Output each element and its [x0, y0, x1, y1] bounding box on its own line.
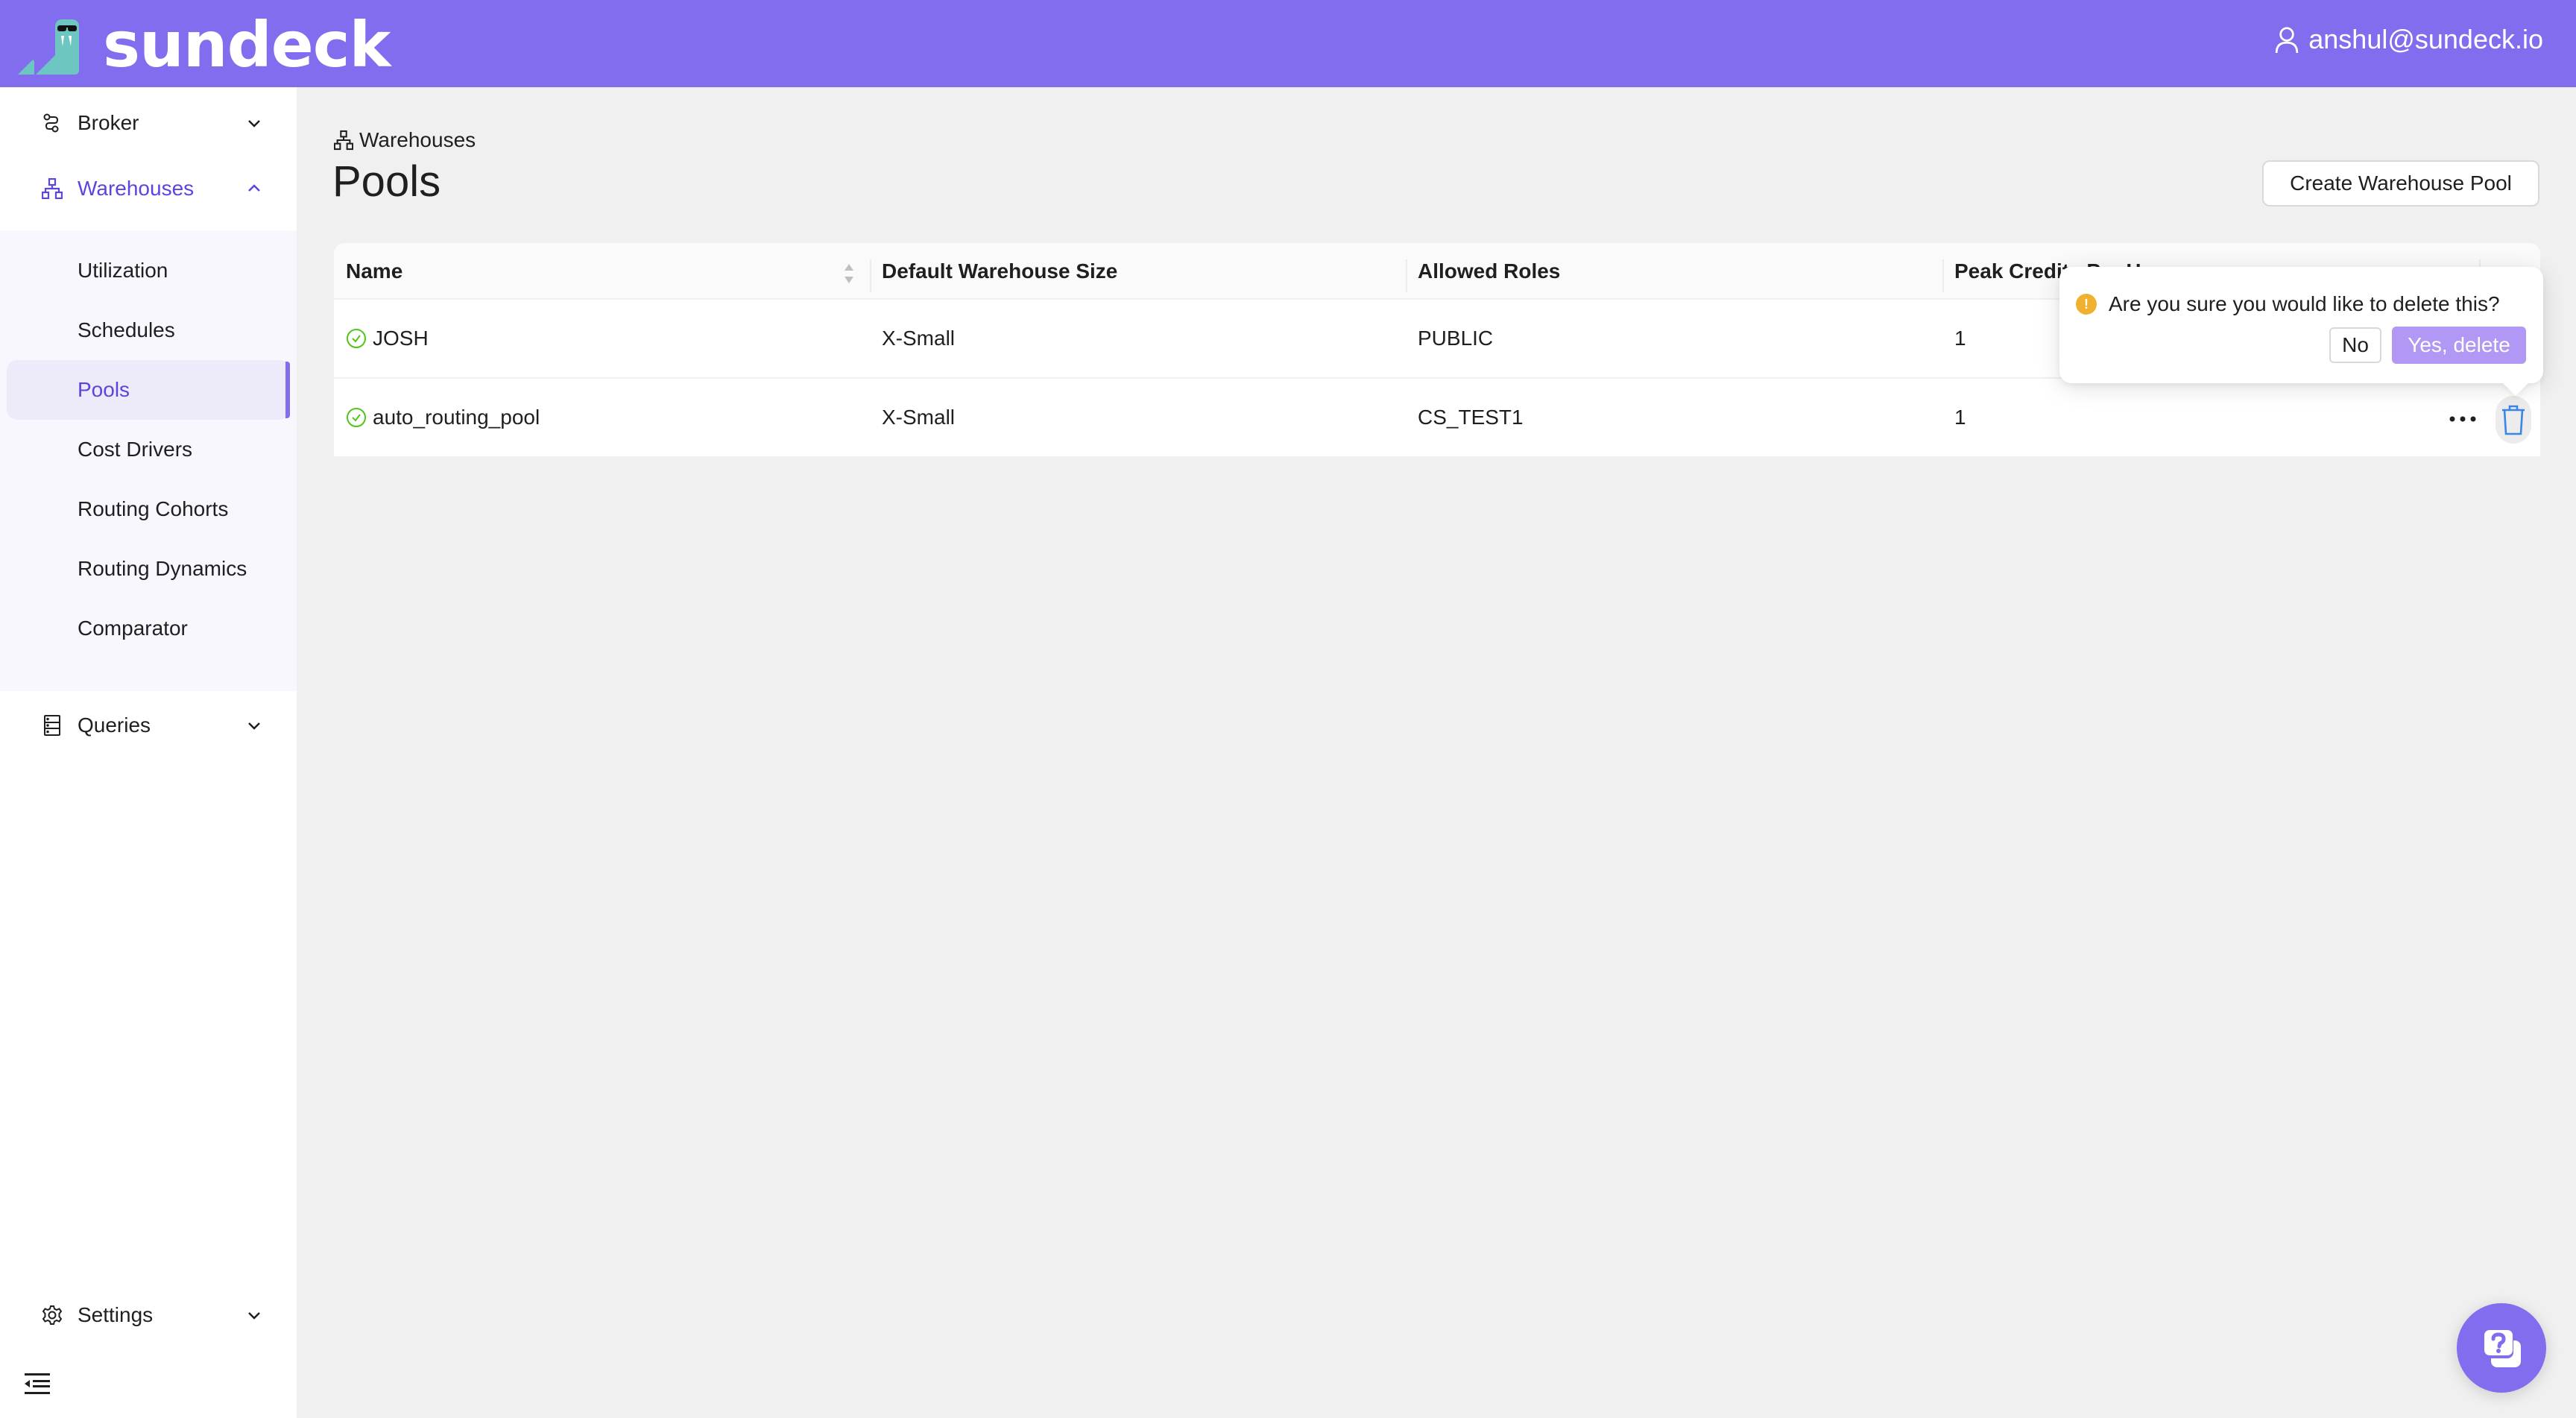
- pool-name: auto_routing_pool: [373, 406, 540, 429]
- column-header-name[interactable]: Name: [334, 243, 870, 300]
- chevron-down-icon: [248, 722, 260, 730]
- column-header-size: Default Warehouse Size: [870, 243, 1406, 300]
- confirm-delete-button[interactable]: Yes, delete: [2392, 327, 2526, 364]
- page-title: Pools: [332, 157, 441, 206]
- help-chat-icon: [2482, 1329, 2521, 1367]
- cell-name: auto_routing_pool: [334, 379, 540, 456]
- submenu-item-pools[interactable]: Pools: [7, 360, 290, 420]
- broker-route-icon: [43, 113, 59, 133]
- menu-fold-icon[interactable]: [24, 1372, 51, 1396]
- submenu-item-utilization[interactable]: Utilization: [0, 241, 297, 300]
- submenu-item-label: Routing Cohorts: [78, 497, 229, 520]
- pool-name: JOSH: [373, 327, 429, 350]
- status-check-icon: [347, 408, 366, 427]
- column-header-label: Allowed Roles: [1418, 259, 1561, 283]
- trash-icon: [2502, 405, 2525, 435]
- sundeck-logo[interactable]: sundeck: [16, 8, 391, 81]
- more-actions-button[interactable]: [2446, 403, 2479, 435]
- ellipsis-icon: [2449, 416, 2476, 422]
- brand-name: sundeck: [103, 8, 391, 81]
- status-check-icon: [347, 329, 366, 348]
- sitemap-icon: [42, 178, 63, 199]
- submenu-item-cost-drivers[interactable]: Cost Drivers: [0, 420, 297, 479]
- sidebar-item-label: Queries: [78, 713, 151, 737]
- sidebar-item-warehouses[interactable]: Warehouses: [0, 156, 297, 221]
- cell-size: X-Small: [882, 327, 956, 350]
- sidebar-item-queries[interactable]: Queries: [0, 693, 297, 758]
- cell-peak-credits: 1: [1954, 406, 1966, 429]
- sort-icon[interactable]: [841, 261, 857, 286]
- sidebar-item-label: Broker: [78, 111, 139, 134]
- warehouses-submenu: Utilization Schedules Pools Cost Drivers…: [0, 230, 297, 691]
- delete-button[interactable]: [2496, 396, 2531, 444]
- user-menu[interactable]: anshul@sundeck.io: [2274, 21, 2543, 58]
- submenu-item-routing-dynamics[interactable]: Routing Dynamics: [0, 539, 297, 599]
- submenu-item-label: Cost Drivers: [78, 438, 193, 461]
- chevron-up-icon: [248, 184, 260, 192]
- cell-peak-credits: 1: [1954, 327, 1966, 350]
- sidebar-item-label: Warehouses: [78, 177, 195, 200]
- help-chat-button[interactable]: [2457, 1303, 2546, 1393]
- database-icon: [44, 715, 60, 736]
- user-icon: [2276, 27, 2299, 53]
- sidebar-item-settings[interactable]: Settings: [0, 1282, 297, 1348]
- sidebar-item-broker[interactable]: Broker: [0, 90, 297, 156]
- create-warehouse-pool-button[interactable]: Create Warehouse Pool: [2262, 160, 2539, 207]
- submenu-item-label: Utilization: [78, 259, 168, 282]
- breadcrumb[interactable]: Warehouses: [334, 127, 476, 154]
- breadcrumb-label: Warehouses: [359, 128, 476, 151]
- confirm-message: ! Are you sure you would like to delete …: [2076, 288, 2500, 321]
- walrus-logo-icon: [18, 19, 79, 75]
- chevron-down-icon: [248, 1312, 260, 1320]
- submenu-item-schedules[interactable]: Schedules: [0, 300, 297, 360]
- exclamation-circle-icon: !: [2076, 294, 2097, 315]
- cell-name: JOSH: [334, 300, 429, 377]
- sidebar: Broker Warehouses Utilization Schedules …: [0, 87, 297, 1418]
- delete-confirm-popover: ! Are you sure you would like to delete …: [2059, 267, 2543, 383]
- submenu-item-label: Routing Dynamics: [78, 557, 247, 580]
- cell-roles: CS_TEST1: [1418, 406, 1524, 429]
- sidebar-item-label: Settings: [78, 1303, 154, 1326]
- submenu-item-label: Comparator: [78, 617, 188, 640]
- cancel-delete-button[interactable]: No: [2329, 327, 2381, 363]
- top-bar: sundeck anshul@sundeck.io: [0, 0, 2576, 87]
- submenu-item-routing-cohorts[interactable]: Routing Cohorts: [0, 479, 297, 539]
- column-header-label: Name: [346, 259, 403, 283]
- gear-icon: [42, 1305, 63, 1325]
- submenu-item-comparator[interactable]: Comparator: [0, 599, 297, 658]
- column-header-label: Default Warehouse Size: [882, 259, 1118, 283]
- table-row[interactable]: auto_routing_pool X-Small CS_TEST1 1: [334, 379, 2540, 458]
- sitemap-icon: [334, 130, 353, 151]
- confirm-message-text: Are you sure you would like to delete th…: [2109, 292, 2500, 315]
- column-header-roles: Allowed Roles: [1406, 243, 1942, 300]
- submenu-item-label: Schedules: [78, 318, 175, 341]
- cell-roles: PUBLIC: [1418, 327, 1494, 350]
- submenu-item-label: Pools: [78, 378, 130, 401]
- user-email: anshul@sundeck.io: [2308, 24, 2543, 54]
- cell-size: X-Small: [882, 406, 956, 429]
- chevron-down-icon: [248, 120, 260, 127]
